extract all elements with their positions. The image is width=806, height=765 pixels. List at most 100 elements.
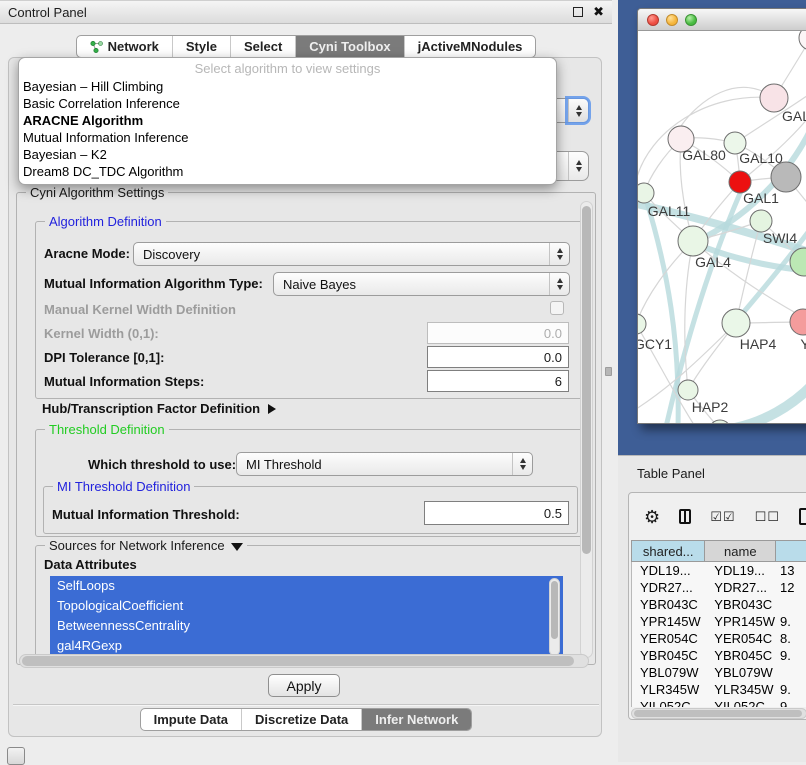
network-node-label: GAL (782, 108, 806, 124)
mi-threshold-field[interactable]: 0.5 (424, 501, 569, 525)
table-row[interactable]: YDR27...YDR27...12 (632, 579, 806, 596)
algorithm-option[interactable]: Bayesian – K2 (19, 146, 556, 163)
sources-title[interactable]: Sources for Network Inference (45, 538, 247, 553)
data-attribute-item[interactable]: gal4RGexp (50, 636, 563, 656)
table-cell[interactable]: YDL19... (706, 562, 777, 579)
tab-style[interactable]: Style (172, 36, 230, 57)
table-row[interactable]: YBL079WYBL079W (632, 664, 806, 681)
float-window-icon[interactable] (573, 7, 583, 17)
table-row[interactable]: YDL19...YDL19...13 (632, 562, 806, 579)
table-cell[interactable]: YLR345W (632, 681, 706, 698)
which-threshold-combobox[interactable]: MI Threshold (236, 452, 533, 476)
table-cell[interactable]: YBR045C (706, 647, 777, 664)
table-cell[interactable]: YDR27... (632, 579, 706, 596)
tab-network[interactable]: Network (77, 36, 172, 57)
zoom-traffic-light[interactable] (685, 14, 697, 26)
table-row[interactable]: YPR145WYPR145W9. (632, 613, 806, 630)
network-node[interactable] (771, 162, 801, 192)
algorithm-option[interactable]: Basic Correlation Inference (19, 95, 556, 112)
table-cell[interactable]: YIL052C (706, 698, 777, 707)
attributes-list-scrollbar[interactable] (549, 578, 560, 656)
table-cell[interactable]: YLR345W (706, 681, 777, 698)
table-row[interactable]: YIL052CYIL052C9. (632, 698, 806, 707)
network-node-hap4[interactable] (722, 309, 750, 337)
data-attribute-item[interactable]: SelfLoops (50, 576, 563, 596)
unchecked-columns-icon[interactable]: ☐☐ (755, 509, 780, 525)
data-attribute-item[interactable]: BetweennessCentrality (50, 616, 563, 636)
table-cell[interactable]: YBR043C (706, 596, 777, 613)
table-cell[interactable]: YER054C (706, 630, 777, 647)
settings-horizontal-scrollbar[interactable] (19, 654, 589, 668)
tab-label: jActiveMNodules (418, 39, 523, 54)
table-cell[interactable]: 8. (777, 630, 806, 647)
network-canvas[interactable]: GALGAL80GAL10GAL1GAL11GAL4SWI4GCY1HAP4YH… (638, 31, 806, 424)
checked-columns-icon[interactable]: ☑☑ (710, 509, 735, 525)
table-cell[interactable]: YBL079W (706, 664, 777, 681)
aracne-mode-combobox[interactable]: Discovery (133, 242, 570, 266)
data-attribute-item[interactable]: TopologicalCoefficient (50, 596, 563, 616)
tab-impute-data[interactable]: Impute Data (141, 709, 241, 730)
close-traffic-light[interactable] (647, 14, 659, 26)
tab-cyni-toolbox[interactable]: Cyni Toolbox (295, 36, 403, 57)
algorithm-option[interactable]: Dream8 DC_TDC Algorithm (19, 163, 556, 180)
settings-scrollbar[interactable] (580, 201, 593, 658)
tab-label: Select (244, 39, 282, 54)
table-row[interactable]: YBR043CYBR043C (632, 596, 806, 613)
algorithm-option[interactable]: ARACNE Algorithm (19, 112, 556, 129)
network-view-window[interactable]: GALGAL80GAL10GAL1GAL11GAL4SWI4GCY1HAP4YH… (637, 8, 806, 424)
network-node[interactable] (799, 31, 806, 50)
document-icon[interactable] (799, 508, 806, 525)
dpi-tolerance-field[interactable]: 0.0 (427, 346, 569, 368)
table-row[interactable]: YBR045CYBR045C9. (632, 647, 806, 664)
network-window-titlebar[interactable] (638, 9, 806, 31)
table-row[interactable]: YER054CYER054C8. (632, 630, 806, 647)
table-cell[interactable]: 9. (777, 613, 806, 630)
hub-definition-expander[interactable]: Hub/Transcription Factor Definition (42, 401, 276, 416)
table-cell[interactable]: YDL19... (632, 562, 706, 579)
table-cell[interactable]: YER054C (632, 630, 706, 647)
table-cell[interactable]: YBL079W (632, 664, 706, 681)
network-node-hap2[interactable] (678, 380, 698, 400)
network-node-y[interactable] (790, 309, 806, 335)
network-node-swi4[interactable] (750, 210, 772, 232)
minimize-traffic-light[interactable] (666, 14, 678, 26)
algorithm-option[interactable]: Bayesian – Hill Climbing (19, 78, 556, 95)
combobox-arrows-icon (568, 152, 588, 180)
tab-discretize-data[interactable]: Discretize Data (241, 709, 361, 730)
dock-panel-icon[interactable] (7, 747, 25, 765)
table-cell[interactable] (777, 596, 806, 613)
close-icon[interactable]: ✖ (593, 7, 604, 17)
table-cell[interactable] (777, 664, 806, 681)
algorithm-option[interactable]: Mutual Information Inference (19, 129, 556, 146)
tab-select[interactable]: Select (230, 36, 295, 57)
network-node-gal11[interactable] (638, 183, 654, 203)
table-cell[interactable]: 9. (777, 681, 806, 698)
table-cell[interactable]: 9. (777, 698, 806, 707)
table-cell[interactable]: YPR145W (632, 613, 706, 630)
table-cell[interactable]: YBR043C (632, 596, 706, 613)
table-cell[interactable]: YIL052C (632, 698, 706, 707)
bottom-tabs: Impute DataDiscretize DataInfer Network (0, 708, 612, 731)
gear-icon[interactable]: ⚙ (644, 508, 660, 526)
table-cell[interactable]: 9. (777, 647, 806, 664)
table-row[interactable]: YLR345WYLR345W9. (632, 681, 806, 698)
table-cell[interactable]: YDR27... (706, 579, 777, 596)
apply-button[interactable]: Apply (268, 674, 340, 697)
tab-jactivemnodules[interactable]: jActiveMNodules (404, 36, 536, 57)
column-header[interactable] (776, 540, 806, 562)
table-horizontal-scrollbar[interactable] (631, 708, 806, 719)
split-view-icon[interactable] (679, 509, 691, 524)
mi-steps-field[interactable]: 6 (427, 370, 569, 392)
split-pane-handle[interactable] (605, 367, 612, 376)
data-attributes-list[interactable]: SelfLoopsTopologicalCoefficientBetweenne… (50, 576, 563, 658)
table-cell[interactable]: YBR045C (632, 647, 706, 664)
mi-algorithm-type-combobox[interactable]: Naive Bayes (273, 272, 570, 296)
table-cell[interactable]: 12 (777, 579, 806, 596)
network-node-gal4[interactable] (678, 226, 708, 256)
column-header[interactable]: name (705, 540, 776, 562)
table-cell[interactable]: YPR145W (706, 613, 777, 630)
table-cell[interactable]: 13 (777, 562, 806, 579)
tab-infer-network[interactable]: Infer Network (361, 709, 471, 730)
column-header[interactable]: shared... (631, 540, 705, 562)
network-node-gcy1[interactable] (638, 314, 646, 334)
